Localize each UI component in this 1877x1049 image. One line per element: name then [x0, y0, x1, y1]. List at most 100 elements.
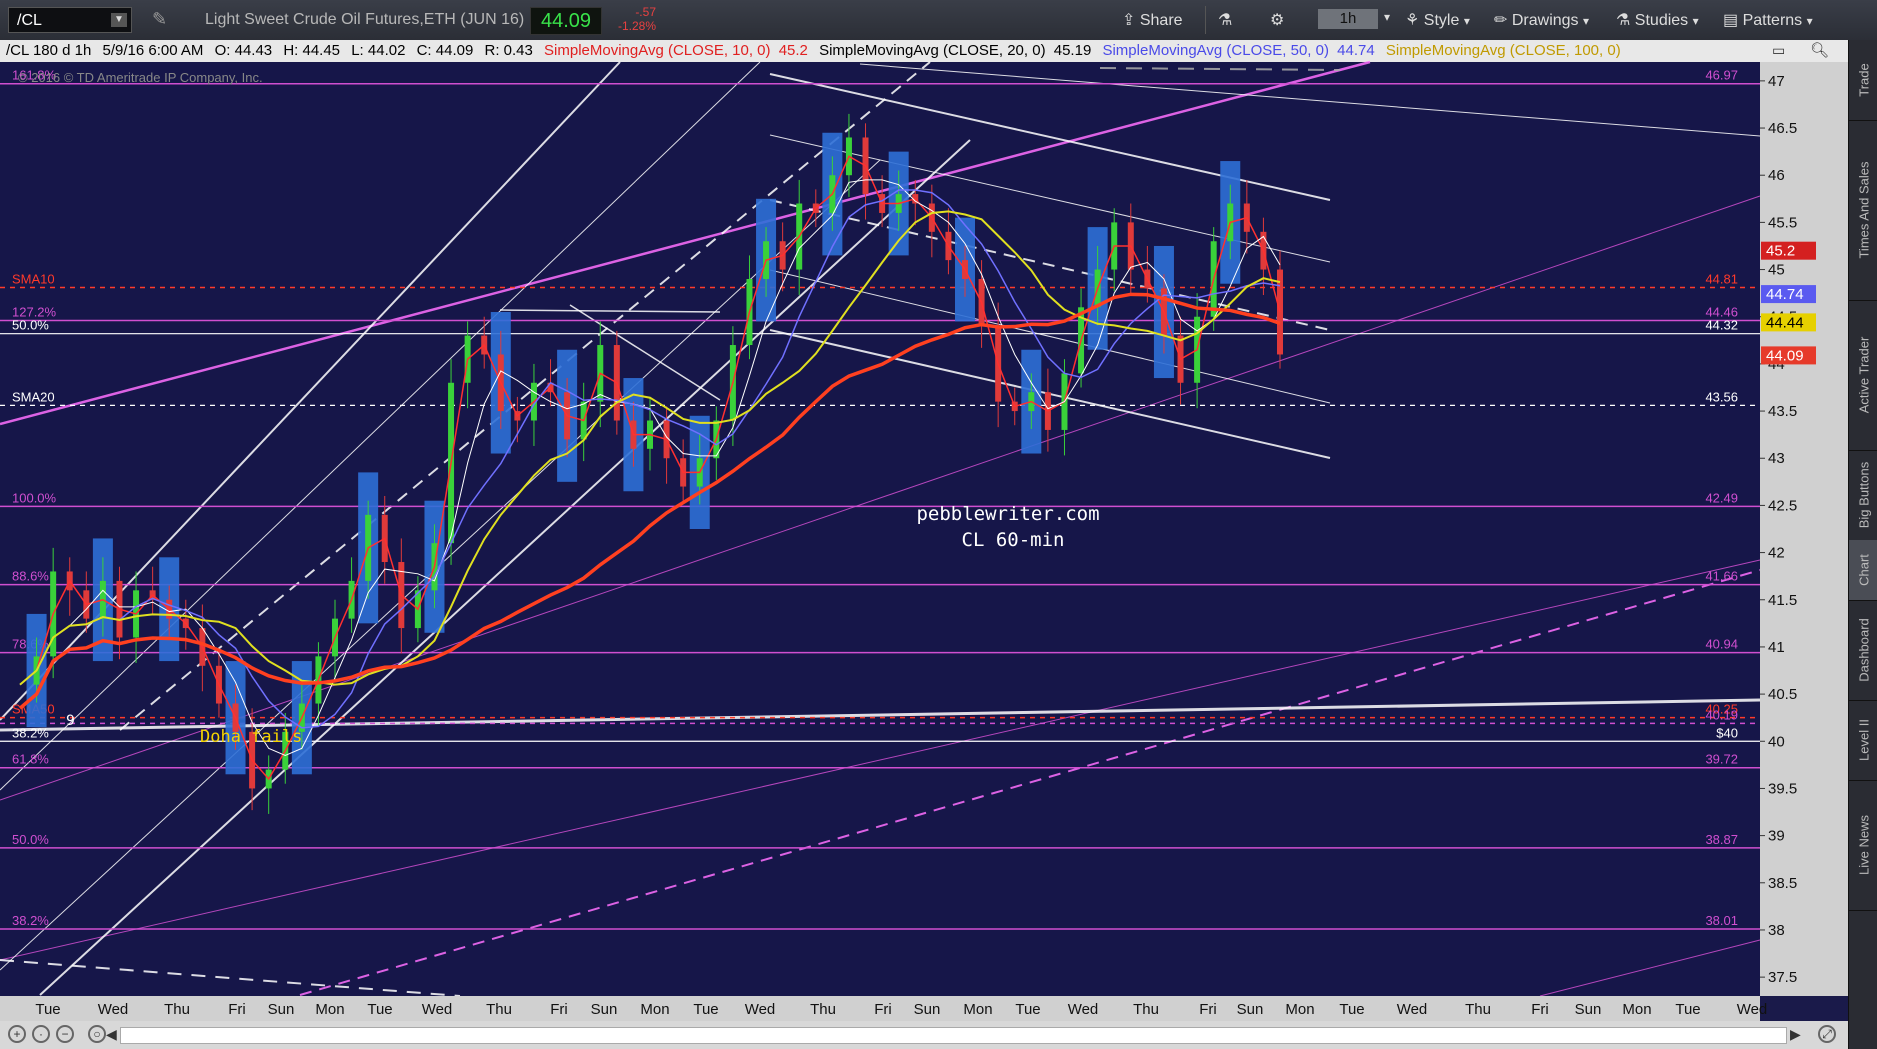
level-left-label: SMA10 [12, 271, 55, 286]
wave-label: 9 [66, 713, 75, 729]
time-tick-label: Thu [164, 1001, 190, 1018]
zoom-reset-icon[interactable]: ○ [88, 1025, 106, 1043]
time-tick-label: Tue [35, 1001, 60, 1018]
level-left-label: 38.2% [12, 725, 49, 740]
price-tick-label: 39.5 [1768, 780, 1797, 797]
level-left-label: 61.8% [12, 752, 49, 767]
price-tick-label: 46 [1768, 167, 1785, 184]
level-right-label: 39.72 [1705, 752, 1738, 767]
level-left-label: SMA20 [12, 389, 55, 404]
sidebar-tab-chart[interactable]: Chart [1849, 540, 1877, 601]
price-tag-label: 44.74 [1766, 286, 1804, 303]
time-tick-label: Mon [963, 1001, 992, 1018]
level-right-label: 44.32 [1705, 318, 1738, 333]
sidebar-tab-label: Dashboard [1856, 618, 1871, 682]
zoom-fit-icon[interactable]: · [32, 1025, 50, 1043]
level-left-label: 38.2% [12, 913, 49, 928]
price-tick-label: 37.5 [1768, 969, 1797, 986]
sidebar-tab-label: Level II [1856, 719, 1871, 761]
time-tick-label: Wed [1068, 1001, 1099, 1018]
time-tick-label: Wed [422, 1001, 453, 1018]
sidebar-tab-label: Live News [1856, 815, 1871, 875]
scroll-left-icon[interactable]: ◀ [106, 1026, 117, 1043]
time-tick-label: Mon [315, 1001, 344, 1018]
zoom-in-icon[interactable]: + [8, 1025, 26, 1043]
sidebar-tab-dashboard[interactable]: Dashboard [1849, 600, 1877, 701]
time-tick-label: Wed [98, 1001, 129, 1018]
time-tick-label: Fri [874, 1001, 892, 1018]
price-tag-label: 44.09 [1766, 347, 1804, 364]
price-tick-label: 45.5 [1768, 214, 1797, 231]
time-scrollbar[interactable] [120, 1027, 1787, 1044]
copyright-text: © 2016 © TD Ameritrade IP Company, Inc. [18, 70, 263, 85]
price-tick-label: 42 [1768, 545, 1785, 562]
time-axis: Tue Wed Thu Fri Sun Mon Tue Wed Thu Fri Sun Mon Tue W… [0, 996, 1767, 1021]
expand-icon[interactable]: ⤢ [1818, 1025, 1836, 1043]
level-right-label: 38.87 [1705, 832, 1738, 847]
time-tick-label: Tue [1015, 1001, 1040, 1018]
price-chart[interactable]: 161.8% 46.97SMA10 44.81127.2% 44.4650.0% 44.… [0, 0, 1877, 1049]
price-tick-label: 42.5 [1768, 497, 1797, 514]
time-tick-label: Fri [550, 1001, 568, 1018]
time-tick-label: Tue [367, 1001, 392, 1018]
time-tick-label: Sun [268, 1001, 295, 1018]
price-axis: 37.5 38 38.5 39 39.5 40 40.5 41 41.5 42 42.5 43 43.5… [1760, 62, 1848, 996]
level-left-label: 100.0% [12, 490, 57, 505]
scroll-right-icon[interactable]: ▶ [1790, 1026, 1801, 1043]
watermark-subtitle: CL 60-min [962, 529, 1065, 551]
price-tick-label: 43 [1768, 450, 1785, 467]
sidebar-tab-live-news[interactable]: Live News [1849, 780, 1877, 911]
time-tick-label: Fri [228, 1001, 246, 1018]
sidebar-tab-active-trader[interactable]: Active Trader [1849, 300, 1877, 451]
price-tick-label: 38 [1768, 922, 1785, 939]
time-tick-label: Mon [1285, 1001, 1314, 1018]
level-right-label: 40.19 [1705, 707, 1738, 722]
sidebar-tab-big-buttons[interactable]: Big Buttons [1849, 450, 1877, 541]
sidebar-tab-label: Big Buttons [1856, 461, 1871, 529]
time-tick-label: Thu [810, 1001, 836, 1018]
level-right-label: 43.56 [1705, 389, 1738, 404]
time-tick-label: Fri [1531, 1001, 1549, 1018]
price-axis-bg [1760, 62, 1848, 996]
sidebar-tab-times-and-sales[interactable]: Times And Sales [1849, 120, 1877, 301]
sidebar-tab-trade[interactable]: Trade [1849, 40, 1877, 121]
time-tick-label: Sun [914, 1001, 941, 1018]
time-tick-label: Wed [1397, 1001, 1428, 1018]
price-tick-label: 40 [1768, 733, 1785, 750]
time-tick-label: Sun [1237, 1001, 1264, 1018]
sidebar-tab-level-ii[interactable]: Level II [1849, 700, 1877, 781]
time-tick-label: Thu [1133, 1001, 1159, 1018]
time-tick-label: Tue [1339, 1001, 1364, 1018]
price-tick-label: 39 [1768, 828, 1785, 845]
watermark-site: pebblewriter.com [916, 503, 1099, 525]
time-tick-label: Sun [591, 1001, 618, 1018]
level-right-label: 40.94 [1705, 637, 1738, 652]
price-tick-label: 38.5 [1768, 875, 1797, 892]
time-tick-label: Thu [486, 1001, 512, 1018]
level-left-label: 88.6% [12, 569, 49, 584]
right-sidebar: Trade Times And Sales Active Trader Big But… [1848, 40, 1877, 1049]
time-tick-label: Wed [745, 1001, 776, 1018]
time-tick-label: Fri [1199, 1001, 1217, 1018]
bottom-toolbar: + · − ○ ◀ ▶ ⤢ [0, 1021, 1848, 1049]
level-left-label: 50.0% [12, 318, 49, 333]
time-tick-label: Tue [1675, 1001, 1700, 1018]
time-tick-label: Mon [1622, 1001, 1651, 1018]
price-tick-label: 46.5 [1768, 120, 1797, 137]
price-tag-label: 45.2 [1766, 243, 1795, 260]
level-right-label: 44.81 [1705, 271, 1738, 286]
time-tick-label: Mon [640, 1001, 669, 1018]
zoom-out-icon[interactable]: − [56, 1025, 74, 1043]
sidebar-tab-label: Times And Sales [1856, 161, 1871, 259]
price-tick-label: 43.5 [1768, 403, 1797, 420]
sidebar-tab-label: Trade [1856, 63, 1871, 97]
level-right-label: 41.66 [1705, 569, 1738, 584]
time-tick-label: Sun [1575, 1001, 1602, 1018]
time-tick-label: Thu [1465, 1001, 1491, 1018]
doha-fails-annotation: Doha fails [200, 727, 302, 747]
time-tick-label: Tue [693, 1001, 718, 1018]
price-tick-label: 40.5 [1768, 686, 1797, 703]
time-tick-label: Wed [1737, 1001, 1768, 1018]
sidebar-tab-label: Chart [1856, 554, 1871, 586]
level-right-label: $40 [1716, 725, 1738, 740]
